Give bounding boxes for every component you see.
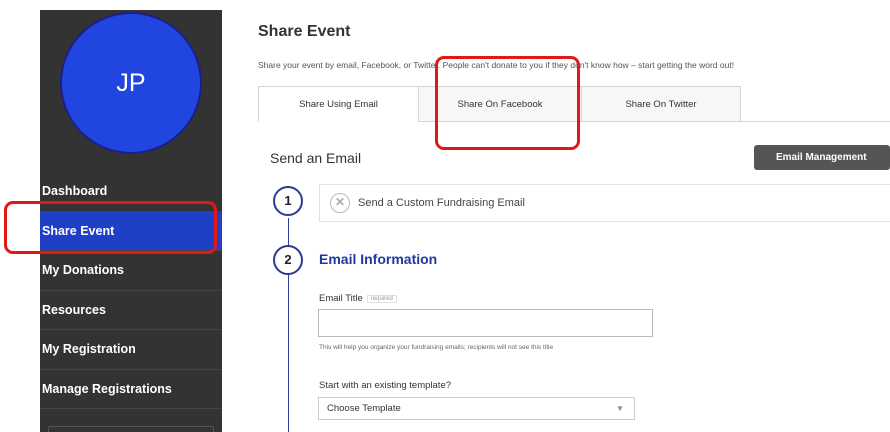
sidebar-item-my-registration[interactable]: My Registration [40, 330, 222, 370]
tab-share-on-twitter[interactable]: Share On Twitter [581, 86, 741, 122]
template-label: Start with an existing template? [319, 380, 452, 391]
email-title-input[interactable] [318, 309, 653, 337]
email-title-help-text: This will help you organize your fundrai… [319, 344, 554, 351]
tab-share-on-facebook[interactable]: Share On Facebook [418, 86, 582, 122]
page-title: Share Event [258, 23, 351, 40]
email-information-title: Email Information [319, 251, 438, 267]
sidebar-item-share-event[interactable]: Share Event [40, 211, 222, 251]
required-badge: required [366, 295, 397, 303]
sidebar-item-dashboard[interactable]: Dashboard [40, 172, 222, 212]
section-heading: Send an Email [270, 150, 362, 166]
sidebar: JP Dashboard Share Event My Donations Re… [40, 10, 222, 432]
avatar-initials: JP [116, 68, 146, 97]
template-select[interactable]: Choose Template ▼ [318, 397, 635, 420]
chevron-down-icon: ▼ [616, 404, 624, 413]
sidebar-item-resources[interactable]: Resources [40, 291, 222, 330]
tabs-divider [418, 121, 890, 122]
step-2-badge: 2 [273, 245, 303, 275]
step-1-badge: 1 [273, 186, 303, 216]
close-circle-icon[interactable]: ✕ [330, 193, 350, 213]
step-1-label[interactable]: Send a Custom Fundraising Email [358, 197, 525, 209]
template-select-value: Choose Template [327, 403, 401, 414]
sidebar-item-my-donations[interactable]: My Donations [40, 251, 222, 291]
email-title-label-text: Email Title [319, 293, 363, 304]
sidebar-nav: Dashboard Share Event My Donations Resou… [40, 172, 222, 409]
sidebar-bottom-button[interactable] [48, 426, 214, 432]
page-intro: Share your event by email, Facebook, or … [258, 60, 735, 70]
email-management-button[interactable]: Email Management [754, 145, 890, 170]
avatar[interactable]: JP [60, 12, 202, 154]
email-title-label: Email Title required [319, 293, 397, 304]
sidebar-item-manage-registrations[interactable]: Manage Registrations [40, 370, 222, 409]
tab-share-using-email[interactable]: Share Using Email [258, 86, 419, 122]
